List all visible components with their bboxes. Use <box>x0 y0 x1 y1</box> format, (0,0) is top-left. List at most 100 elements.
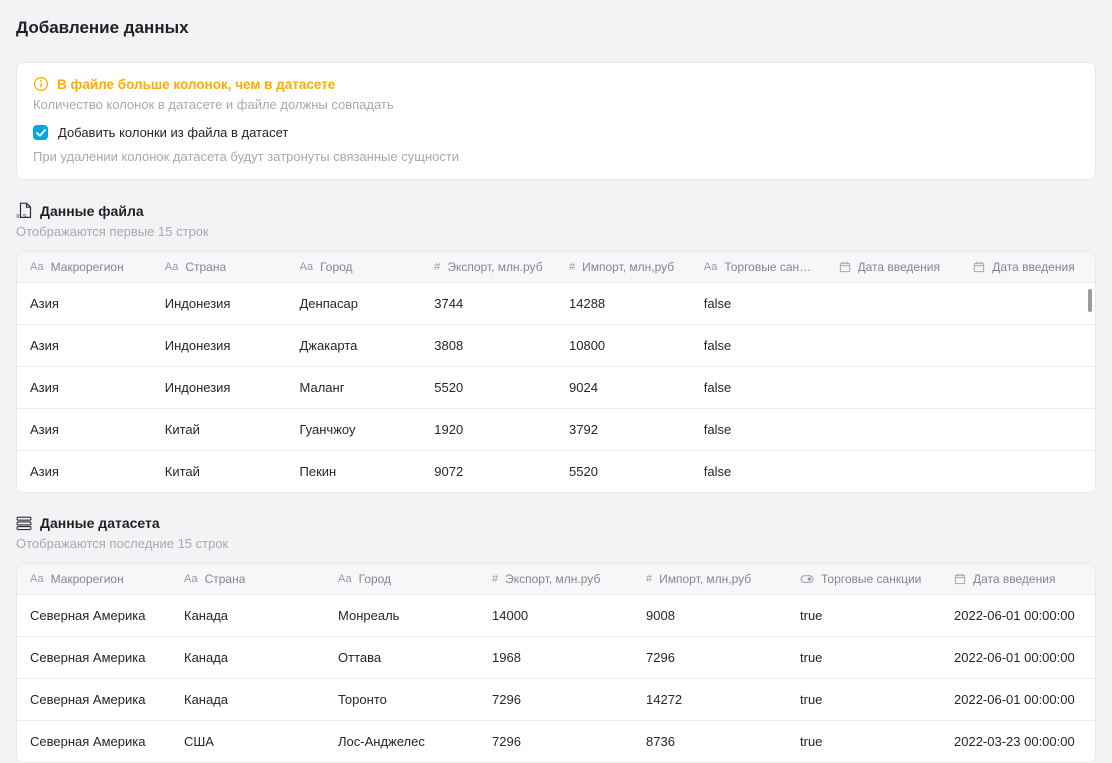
file-table-vertical-scrollbar[interactable] <box>1088 289 1092 312</box>
column-header: #Импорт, млн,руб <box>633 564 787 595</box>
string-type-icon: Аа <box>184 573 198 585</box>
table-cell: Северная Америка <box>17 721 171 763</box>
table-cell: 3744 <box>421 283 556 325</box>
table-cell: 3792 <box>556 409 691 451</box>
table-cell: 2022-06-01 00:00:00 <box>941 595 1095 637</box>
warning-card: В файле больше колонок, чем в датасете К… <box>16 62 1096 180</box>
dataset-section-title: Данные датасета <box>40 515 160 531</box>
table-cell <box>826 409 961 451</box>
string-type-icon: Аа <box>30 261 44 273</box>
file-table-card: АаМакрорегионАаСтранаАаГород#Экспорт, мл… <box>16 251 1096 493</box>
column-header-label: Торговые санкц... <box>724 260 812 274</box>
table-cell <box>826 451 961 493</box>
table-cell: 14000 <box>479 595 633 637</box>
table-cell: Канада <box>171 679 325 721</box>
table-cell: Азия <box>17 409 152 451</box>
table-cell: Северная Америка <box>17 595 171 637</box>
table-row: АзияИндонезияДжакарта380810800false <box>17 325 1095 367</box>
table-cell: 14288 <box>556 283 691 325</box>
warning-title: В файле больше колонок, чем в датасете <box>57 77 335 92</box>
table-row: АзияКитайПекин90725520false <box>17 451 1095 493</box>
table-cell: 5520 <box>556 451 691 493</box>
table-cell: 9072 <box>421 451 556 493</box>
number-type-icon: # <box>492 573 498 585</box>
table-cell: 5520 <box>421 367 556 409</box>
column-header: АаГород <box>325 564 479 595</box>
table-row: Северная АмерикаКанадаТоронто729614272tr… <box>17 679 1095 721</box>
table-row: АзияИндонезияДенпасар374414288false <box>17 283 1095 325</box>
table-cell: Индонезия <box>152 367 287 409</box>
table-cell: 1968 <box>479 637 633 679</box>
table-cell: Лос-Анджелес <box>325 721 479 763</box>
info-icon <box>33 76 49 92</box>
table-cell: Торонто <box>325 679 479 721</box>
file-section-header: XLS Данные файла <box>16 202 1096 219</box>
table-row: Северная АмерикаКанадаМонреаль140009008t… <box>17 595 1095 637</box>
table-cell: 3808 <box>421 325 556 367</box>
file-section-subtitle: Отображаются первые 15 строк <box>16 224 1096 239</box>
string-type-icon: Аа <box>30 573 44 585</box>
table-cell: false <box>691 283 826 325</box>
column-header-label: Дата введения <box>973 572 1055 586</box>
calendar-icon <box>954 573 966 585</box>
table-cell: false <box>691 325 826 367</box>
table-cell: true <box>787 721 941 763</box>
table-cell <box>826 325 961 367</box>
column-header: # Экспорт, млн.руб <box>479 564 633 595</box>
column-header-label: Макрорегион <box>51 260 124 274</box>
page: Добавление данных В файле больше колонок… <box>0 0 1112 763</box>
table-row: АзияКитайГуанчжоу19203792false <box>17 409 1095 451</box>
table-cell: false <box>691 409 826 451</box>
column-header: Дата введения <box>960 252 1095 283</box>
column-header: # Экспорт, млн.руб <box>421 252 556 283</box>
column-header-label: Страна <box>205 572 246 586</box>
table-cell <box>960 409 1095 451</box>
file-data-table: АаМакрорегионАаСтранаАаГород#Экспорт, мл… <box>17 252 1095 492</box>
column-header: #Импорт, млн,руб <box>556 252 691 283</box>
add-columns-checkbox-label: Добавить колонки из файла в датасет <box>58 125 288 140</box>
table-cell: 1920 <box>421 409 556 451</box>
warning-subtitle: Количество колонок в датасете и файле до… <box>33 97 1079 112</box>
table-cell: 7296 <box>479 679 633 721</box>
table-cell: 7296 <box>633 637 787 679</box>
table-cell: Пекин <box>287 451 422 493</box>
number-type-icon: # <box>434 261 440 273</box>
column-header-label: Макрорегион <box>51 572 124 586</box>
column-header-label: Экспорт, млн.руб <box>447 260 542 274</box>
dataset-icon <box>16 516 32 531</box>
table-cell: 8736 <box>633 721 787 763</box>
table-cell: Азия <box>17 451 152 493</box>
column-header: Аа Макрорегион <box>17 252 152 283</box>
table-cell: Индонезия <box>152 283 287 325</box>
table-header-row: Аа Макрорегион Аа Страна АаГород # Экспорт, мл… <box>17 564 1095 595</box>
dataset-section-header: Данные датасета <box>16 515 1096 531</box>
table-cell: Индонезия <box>152 325 287 367</box>
table-cell: США <box>171 721 325 763</box>
table-cell: 10800 <box>556 325 691 367</box>
page-title: Добавление данных <box>16 18 1096 38</box>
table-cell <box>960 367 1095 409</box>
table-cell: Азия <box>17 283 152 325</box>
column-header: Дата введения <box>941 564 1095 595</box>
table-cell <box>960 451 1095 493</box>
add-columns-checkbox-row[interactable]: Добавить колонки из файла в датасет <box>33 125 1079 140</box>
column-header: Аа Макрорегион <box>17 564 171 595</box>
add-columns-checkbox[interactable] <box>33 125 48 140</box>
string-type-icon: Аа <box>165 261 179 273</box>
table-cell <box>960 283 1095 325</box>
table-cell: 14272 <box>633 679 787 721</box>
dataset-data-table: Аа Макрорегион Аа Страна АаГород # Экспорт, мл… <box>17 564 1095 762</box>
table-row: Северная АмерикаКанадаОттава19687296true… <box>17 637 1095 679</box>
column-header-label: Торговые санкции <box>821 572 921 586</box>
string-type-icon: Аа <box>704 261 718 273</box>
svg-text:XLS: XLS <box>16 214 27 219</box>
column-header-label: Импорт, млн,руб <box>582 260 674 274</box>
table-cell: Канада <box>171 595 325 637</box>
column-header-label: Экспорт, млн.руб <box>505 572 600 586</box>
table-cell <box>826 367 961 409</box>
table-cell: Гуанчжоу <box>287 409 422 451</box>
table-cell: true <box>787 637 941 679</box>
column-header-label: Город <box>320 260 352 274</box>
table-cell: false <box>691 451 826 493</box>
dataset-table-card: Аа Макрорегион Аа Страна АаГород # Экспорт, мл… <box>16 563 1096 763</box>
